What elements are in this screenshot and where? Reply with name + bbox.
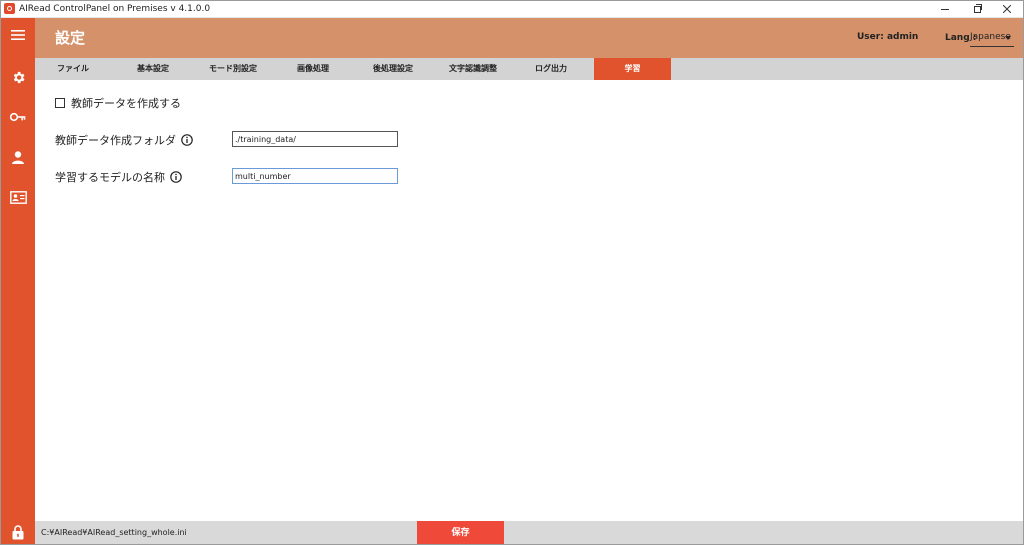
settings-file-path: C:¥AIRead¥AIRead_setting_whole.ini	[41, 528, 187, 537]
id-card-icon[interactable]	[9, 188, 27, 206]
tab-basic-settings[interactable]: 基本設定	[115, 58, 191, 80]
chevron-down-icon[interactable]	[1005, 36, 1011, 40]
tab-mode-settings[interactable]: モード別設定	[195, 58, 271, 80]
window-title: AIRead ControlPanel on Premises v 4.1.0.…	[19, 4, 211, 14]
create-training-data-option[interactable]: 教師データを作成する	[55, 96, 181, 110]
tab-bar: ファイル 基本設定 モード別設定 画像処理 後処理設定 文字認識調整 ログ出力 …	[35, 58, 1023, 80]
close-icon	[1003, 5, 1011, 13]
lock-icon[interactable]	[9, 523, 27, 541]
tab-post-processing[interactable]: 後処理設定	[355, 58, 431, 80]
close-button[interactable]	[991, 1, 1023, 17]
minimize-icon	[941, 9, 949, 10]
page-title: 設定	[55, 29, 86, 47]
tab-ocr-adjustment[interactable]: 文字認識調整	[435, 58, 511, 80]
user-icon[interactable]	[9, 148, 27, 166]
title-bar: AIRead ControlPanel on Premises v 4.1.0.…	[1, 1, 1023, 18]
folder-field-label: 教師データ作成フォルダ	[55, 132, 193, 148]
header: 設定 User: admin Lang : Japanese	[35, 18, 1023, 58]
tab-file[interactable]: ファイル	[35, 58, 111, 80]
folder-label-text: 教師データ作成フォルダ	[55, 134, 176, 147]
info-icon[interactable]	[181, 134, 193, 146]
footer: C:¥AIRead¥AIRead_setting_whole.ini 保存	[35, 521, 1023, 544]
training-folder-input[interactable]	[232, 131, 398, 147]
info-icon[interactable]	[170, 171, 182, 183]
tab-image-processing[interactable]: 画像処理	[275, 58, 351, 80]
gear-icon[interactable]	[9, 68, 27, 86]
tab-log-output[interactable]: ログ出力	[513, 58, 589, 80]
model-name-input[interactable]	[232, 168, 398, 184]
key-icon[interactable]	[9, 108, 27, 126]
menu-icon[interactable]	[9, 26, 27, 44]
minimize-button[interactable]	[929, 1, 961, 17]
save-button[interactable]: 保存	[417, 521, 504, 544]
app-logo-icon	[4, 3, 15, 14]
model-label-text: 学習するモデルの名称	[55, 171, 165, 184]
checkbox-label: 教師データを作成する	[71, 97, 181, 110]
sidebar	[1, 18, 35, 544]
settings-panel: 教師データを作成する 教師データ作成フォルダ 学習するモデルの名称	[35, 80, 1023, 521]
restore-icon-front	[974, 6, 981, 13]
app-window: AIRead ControlPanel on Premises v 4.1.0.…	[0, 0, 1024, 545]
restore-button[interactable]	[961, 1, 993, 17]
tab-learning[interactable]: 学習	[594, 58, 671, 80]
model-field-label: 学習するモデルの名称	[55, 169, 182, 185]
user-label: User: admin	[857, 32, 919, 42]
create-training-data-checkbox[interactable]	[55, 98, 65, 108]
